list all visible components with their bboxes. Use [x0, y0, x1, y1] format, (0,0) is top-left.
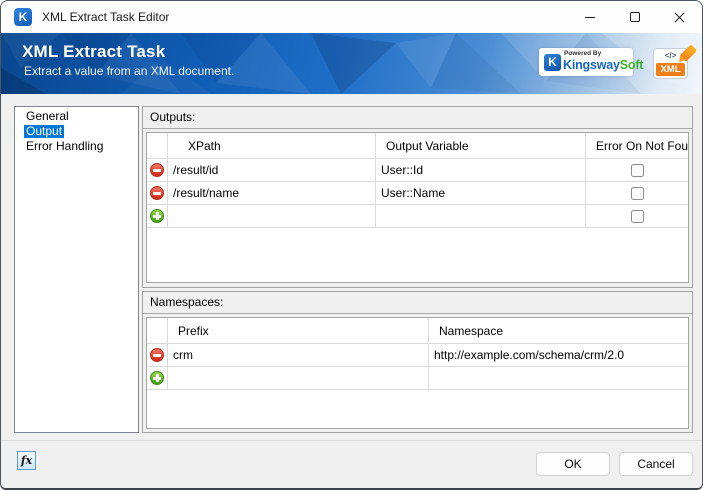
- namespace-cell-empty[interactable]: [429, 367, 688, 390]
- output-variable-cell[interactable]: User::Id: [376, 159, 586, 182]
- powered-by-label: Powered By: [564, 51, 643, 58]
- remove-row-icon[interactable]: [150, 348, 164, 362]
- page-title: XML Extract Task: [22, 42, 165, 62]
- title-bar: K XML Extract Task Editor: [1, 1, 702, 33]
- sidebar-item-output[interactable]: Output: [15, 124, 138, 139]
- xml-file-icon: </> XML: [653, 48, 688, 79]
- close-icon: [674, 12, 685, 23]
- prefix-cell[interactable]: crm: [168, 344, 429, 367]
- remove-row-icon[interactable]: [150, 186, 164, 200]
- namespace-column-header[interactable]: Namespace: [429, 318, 688, 344]
- expression-fx-button[interactable]: fx: [17, 451, 36, 470]
- minimize-icon: [585, 17, 595, 18]
- maximize-button[interactable]: [612, 1, 657, 33]
- error-on-not-found-checkbox[interactable]: [631, 187, 644, 200]
- add-row-icon[interactable]: [150, 209, 164, 223]
- namespaces-group: Namespaces: Prefix Namespace crm http://…: [142, 291, 693, 433]
- prefix-cell-empty[interactable]: [168, 367, 429, 390]
- header-banner: XML Extract Task Extract a value from an…: [1, 33, 703, 94]
- xml-icon-label: XML: [656, 63, 685, 76]
- output-row: /result/name User::Name: [147, 182, 688, 205]
- sidebar-item-error-handling[interactable]: Error Handling: [15, 139, 138, 154]
- window-controls: [567, 1, 702, 33]
- output-variable-cell[interactable]: User::Name: [376, 182, 586, 205]
- outputs-grid: XPath Output Variable Error On Not Found…: [146, 132, 689, 283]
- row-action-column-header: [147, 133, 168, 159]
- output-variable-cell-empty[interactable]: [376, 205, 586, 228]
- page-subtitle: Extract a value from an XML document.: [24, 64, 234, 78]
- settings-nav-list: General Output Error Handling: [14, 106, 139, 433]
- outputs-grid-header: XPath Output Variable Error On Not Found: [147, 133, 688, 159]
- xpath-column-header[interactable]: XPath: [168, 133, 376, 159]
- window-title: XML Extract Task Editor: [42, 10, 169, 24]
- namespace-add-row: [147, 367, 688, 390]
- cancel-button[interactable]: Cancel: [619, 452, 693, 476]
- namespace-cell[interactable]: http://example.com/schema/crm/2.0: [429, 344, 688, 367]
- error-on-not-found-column-header[interactable]: Error On Not Found: [586, 133, 688, 159]
- app-icon: K: [14, 8, 32, 26]
- outputs-group: Outputs: XPath Output Variable Error On …: [142, 106, 693, 288]
- row-action-column-header: [147, 318, 168, 344]
- prefix-column-header[interactable]: Prefix: [168, 318, 429, 344]
- xpath-cell-empty[interactable]: [168, 205, 376, 228]
- error-on-not-found-checkbox[interactable]: [631, 164, 644, 177]
- output-variable-column-header[interactable]: Output Variable: [376, 133, 586, 159]
- remove-row-icon[interactable]: [150, 163, 164, 177]
- brand-name-soft: Soft: [620, 58, 644, 72]
- xpath-cell[interactable]: /result/name: [168, 182, 376, 205]
- namespaces-grid-header: Prefix Namespace: [147, 318, 688, 344]
- dialog-footer: fx OK Cancel: [1, 440, 702, 488]
- ok-button[interactable]: OK: [536, 452, 610, 476]
- add-row-icon[interactable]: [150, 371, 164, 385]
- error-on-not-found-checkbox[interactable]: [631, 210, 644, 223]
- kingswaysoft-k-icon: K: [544, 54, 561, 71]
- xml-extract-task-editor-dialog: K XML Extract Task Editor XML: [0, 0, 703, 490]
- output-row: /result/id User::Id: [147, 159, 688, 182]
- sidebar-item-general[interactable]: General: [15, 109, 138, 124]
- close-button[interactable]: [657, 1, 702, 33]
- outputs-group-label: Outputs:: [143, 107, 692, 129]
- maximize-icon: [630, 12, 640, 22]
- kingswaysoft-logo: K Powered By KingswaySoft: [539, 48, 633, 76]
- minimize-button[interactable]: [567, 1, 612, 33]
- output-add-row: [147, 205, 688, 228]
- namespace-row: crm http://example.com/schema/crm/2.0: [147, 344, 688, 367]
- xpath-cell[interactable]: /result/id: [168, 159, 376, 182]
- namespaces-group-label: Namespaces:: [143, 292, 692, 314]
- brand-name-kingsway: Kingsway: [563, 58, 620, 72]
- namespaces-grid: Prefix Namespace crm http://example.com/…: [146, 317, 689, 429]
